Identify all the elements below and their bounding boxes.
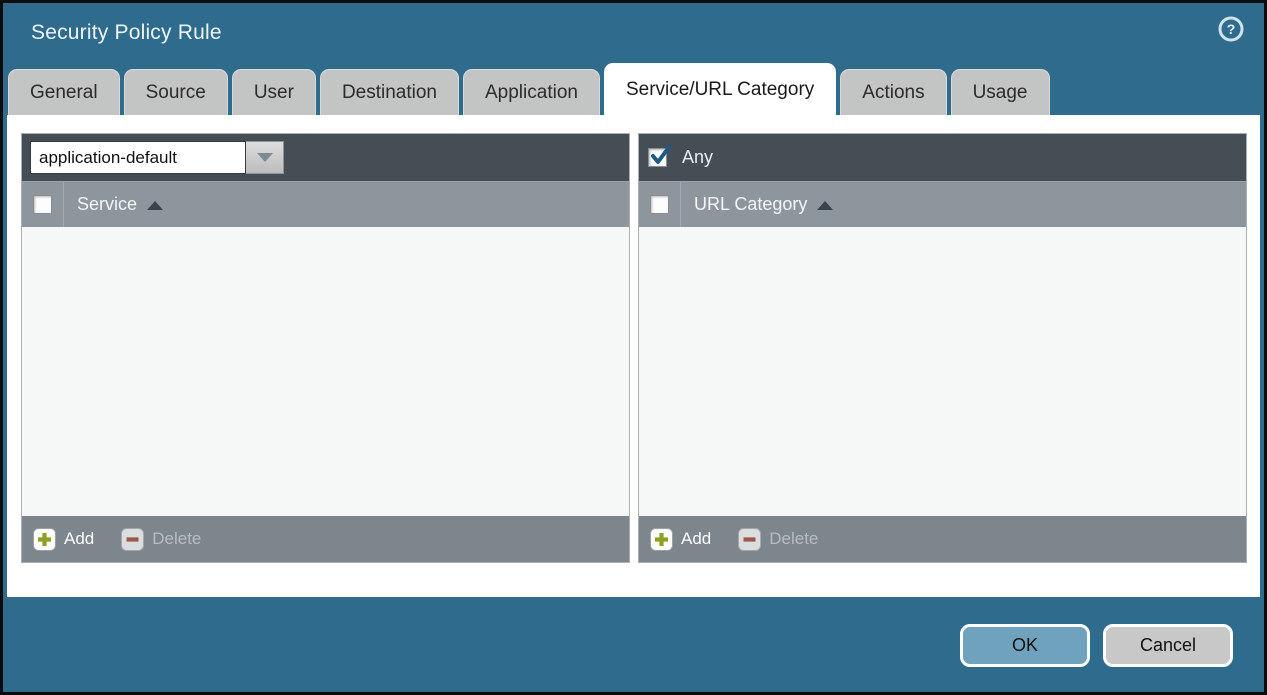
add-label: Add: [64, 529, 94, 549]
ok-button[interactable]: OK: [960, 624, 1090, 667]
header-divider: [680, 182, 681, 227]
any-checkbox[interactable]: [648, 148, 667, 167]
dialog-title: Security Policy Rule: [3, 3, 1264, 45]
url-category-column-label[interactable]: URL Category: [694, 194, 807, 215]
url-category-toolbar: Any: [639, 134, 1246, 181]
tab-source[interactable]: Source: [124, 69, 228, 115]
help-icon[interactable]: ?: [1217, 15, 1245, 43]
url-category-select-all-cell: [639, 182, 680, 227]
delete-label: Delete: [152, 529, 201, 549]
url-category-list[interactable]: [639, 227, 1246, 516]
tab-general[interactable]: General: [8, 69, 120, 115]
sort-ascending-icon[interactable]: [147, 201, 163, 210]
minus-icon: [738, 528, 761, 551]
tab-usage[interactable]: Usage: [951, 69, 1050, 115]
service-type-dropdown-button[interactable]: [246, 141, 284, 174]
url-category-column-header: URL Category: [639, 181, 1246, 227]
any-label: Any: [682, 147, 713, 168]
sort-ascending-icon[interactable]: [817, 201, 833, 210]
header-divider: [63, 182, 64, 227]
service-list[interactable]: [22, 227, 629, 516]
service-column-header: Service: [22, 181, 629, 227]
chevron-down-icon: [257, 153, 273, 162]
url-category-delete-button[interactable]: Delete: [738, 528, 818, 551]
service-type-input[interactable]: [30, 141, 246, 174]
service-add-button[interactable]: Add: [33, 528, 94, 551]
svg-text:?: ?: [1227, 21, 1236, 37]
delete-label: Delete: [769, 529, 818, 549]
tab-destination[interactable]: Destination: [320, 69, 459, 115]
tab-application[interactable]: Application: [463, 69, 600, 115]
tab-actions[interactable]: Actions: [840, 69, 946, 115]
tab-content: Service Add Delete: [7, 115, 1260, 597]
tab-service-url-category[interactable]: Service/URL Category: [604, 63, 836, 115]
cancel-button[interactable]: Cancel: [1103, 624, 1233, 667]
plus-icon: [650, 528, 673, 551]
service-column-label[interactable]: Service: [77, 194, 137, 215]
title-bar: Security Policy Rule ?: [3, 3, 1264, 62]
security-policy-rule-dialog: Security Policy Rule ? General Source Us…: [0, 0, 1267, 695]
add-label: Add: [681, 529, 711, 549]
service-toolbar: [22, 134, 629, 181]
service-select-all-cell: [22, 182, 63, 227]
service-panel: Service Add Delete: [21, 133, 630, 563]
url-category-footer: Add Delete: [639, 516, 1246, 562]
tab-user[interactable]: User: [232, 69, 316, 115]
service-select-all-checkbox[interactable]: [33, 195, 52, 214]
minus-icon: [121, 528, 144, 551]
checkmark-icon: [650, 144, 672, 168]
url-category-panel: Any URL Category Add: [638, 133, 1247, 563]
service-footer: Add Delete: [22, 516, 629, 562]
dialog-actions: OK Cancel: [3, 597, 1264, 667]
url-category-add-button[interactable]: Add: [650, 528, 711, 551]
plus-icon: [33, 528, 56, 551]
tab-strip: General Source User Destination Applicat…: [3, 62, 1264, 115]
service-delete-button[interactable]: Delete: [121, 528, 201, 551]
url-category-select-all-checkbox[interactable]: [650, 195, 669, 214]
